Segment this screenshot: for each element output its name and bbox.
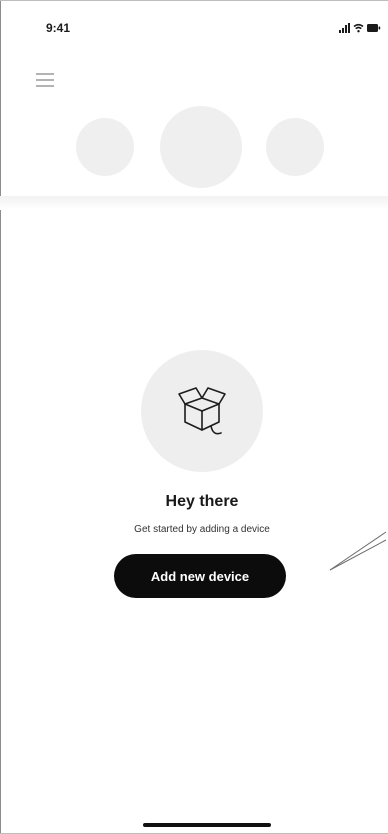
- empty-state-title: Hey there: [165, 493, 239, 510]
- device-carousel: [0, 100, 388, 200]
- empty-state-illustration: [141, 350, 263, 472]
- battery-icon: [367, 24, 381, 32]
- carousel-placeholder-right[interactable]: [266, 118, 324, 176]
- hamburger-menu-icon: [36, 73, 54, 87]
- carousel-placeholder-left[interactable]: [76, 118, 134, 176]
- menu-button[interactable]: [34, 70, 58, 90]
- carousel-placeholder-center[interactable]: [160, 106, 242, 188]
- status-icons: [339, 22, 381, 34]
- open-box-icon: [178, 387, 226, 435]
- annotation-callout-lines: [329, 531, 387, 571]
- status-icons-svg: [339, 23, 381, 33]
- wifi-icon: [353, 23, 364, 33]
- add-new-device-button[interactable]: Add new device: [114, 554, 286, 598]
- device-frame-top: [0, 0, 388, 1]
- header-divider: [0, 196, 388, 210]
- signal-icon: [339, 23, 350, 33]
- app-screen: 9:41 Hey there Get started by adding a d…: [0, 0, 388, 834]
- status-time: 9:41: [46, 21, 71, 35]
- home-indicator[interactable]: [143, 823, 271, 827]
